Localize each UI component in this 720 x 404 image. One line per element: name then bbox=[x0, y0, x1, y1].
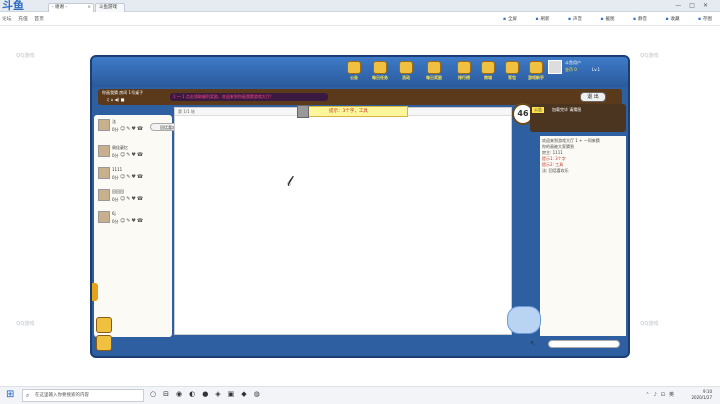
hint-text: 提示：3个字，工具 bbox=[329, 109, 368, 114]
user-level: Lv.1 bbox=[592, 67, 601, 72]
drawing-canvas[interactable]: 第 1/1 轮 𝓁 bbox=[174, 107, 512, 335]
avatar bbox=[297, 105, 309, 118]
player-score: 0分 bbox=[112, 197, 119, 202]
chat-log: 欢迎来到游戏大厅 1 + 一同来猜 你的画被大家猜到 房主: 1111 提示1:… bbox=[540, 136, 626, 336]
fullscreen-button[interactable]: 全屏 bbox=[503, 17, 517, 22]
hint-bar: 提示：3个字，工具 bbox=[297, 105, 408, 118]
drawn-stroke: 𝓁 bbox=[287, 174, 292, 190]
toolbar: 全屏 刷新 声音 截图 静音 收藏 存图 bbox=[486, 16, 712, 22]
mute-button[interactable]: 静音 bbox=[633, 17, 647, 22]
megaphone-icon bbox=[347, 61, 361, 74]
player-actions[interactable]: ☺✎♥☎ bbox=[120, 126, 144, 132]
player-actions[interactable]: ☺✎♥☎ bbox=[120, 196, 144, 202]
subnav-link[interactable]: 论坛 bbox=[2, 17, 12, 22]
browser-titlebar: 斗鱼 - 谢谢 - × 斗鱼游戏 —□✕ bbox=[0, 0, 720, 12]
fag-icon[interactable] bbox=[96, 317, 112, 333]
clock[interactable]: 9:10 2020/1/27 bbox=[691, 389, 712, 401]
subnav: 论坛 充值 首页 bbox=[2, 15, 49, 22]
avatar[interactable] bbox=[548, 60, 562, 74]
subnav-link[interactable]: 首页 bbox=[34, 17, 44, 22]
watermark: QQ游戏 bbox=[640, 53, 659, 59]
novice-icon bbox=[529, 61, 543, 74]
side-icons bbox=[92, 315, 116, 353]
ranking-icon bbox=[457, 61, 471, 74]
notice-text: 加载完毕 请猜图 bbox=[552, 107, 582, 112]
avatar bbox=[98, 189, 110, 201]
shop-icon bbox=[481, 61, 495, 74]
notice-panel: 公告 加载完毕 请猜图 bbox=[530, 104, 626, 132]
gift-icon bbox=[427, 61, 441, 74]
window-controls[interactable]: —□✕ bbox=[675, 2, 716, 9]
player-list: 法 0分 ☺✎♥☎ 回话喜欢乐 周佳豪忆 0分 ☺✎♥☎ 1111 0分 ☺✎♥… bbox=[94, 115, 190, 337]
menu-backpack[interactable]: 背包 bbox=[502, 61, 522, 81]
refresh-button[interactable]: 刷新 bbox=[535, 17, 549, 22]
windows-start-icon[interactable]: ⊞ bbox=[6, 390, 16, 400]
menu-activity[interactable]: 活动 bbox=[396, 61, 416, 81]
activity-icon bbox=[399, 61, 413, 74]
avatar bbox=[98, 211, 110, 223]
taskbar-apps[interactable]: ○⊟◉◐●◈▣◆◍ bbox=[150, 390, 267, 398]
player-name: 周佳豪忆 bbox=[112, 145, 128, 150]
user-panel: 斗鱼用户 金币 0 Lv.1 bbox=[548, 59, 618, 83]
chat-line: 法: 回话喜欢乐 bbox=[542, 168, 569, 173]
search-icon: ⌕ bbox=[26, 392, 30, 399]
mouse-cursor-icon: ↖ bbox=[530, 340, 536, 347]
game-header: 公告 每日任务 活动 每日奖励 排行榜 商城 背包 游戏新手 斗鱼用户 金币 0… bbox=[92, 57, 628, 87]
pet-mascot-icon bbox=[507, 306, 541, 334]
watermark: QQ游戏 bbox=[16, 321, 35, 327]
player-actions[interactable]: ☺✎♥☎ bbox=[120, 174, 144, 180]
player-actions[interactable]: ☺✎♥☎ bbox=[120, 152, 144, 158]
room-controls[interactable]: ♫ ⌂ ◀) ■ bbox=[106, 97, 124, 102]
backpack-icon bbox=[505, 61, 519, 74]
watermark: QQ游戏 bbox=[16, 53, 35, 59]
room-bar: 你画我猜 房间 1号桌子 ♫ ⌂ ◀) ■ 1 ～ 1 点击领取福利奖励，欢迎来… bbox=[98, 89, 622, 105]
tab-douyu[interactable]: 斗鱼游戏 bbox=[95, 3, 125, 12]
player-name: 回回回 bbox=[112, 189, 124, 194]
notice-label: 公告 bbox=[532, 107, 544, 113]
close-icon[interactable]: × bbox=[87, 4, 91, 12]
menu-novice[interactable]: 游戏新手 bbox=[526, 61, 546, 81]
favorite-button[interactable]: 收藏 bbox=[665, 17, 679, 22]
chat-input[interactable] bbox=[548, 340, 620, 348]
watermark: QQ游戏 bbox=[640, 321, 659, 327]
avatar bbox=[98, 167, 110, 179]
avatar bbox=[98, 145, 110, 157]
system-tray[interactable]: ⌃♪⊡英 bbox=[645, 391, 678, 398]
player-name: 法 bbox=[112, 119, 116, 124]
browser-navbar: 论坛 充值 首页 全屏 刷新 声音 截图 静音 收藏 存图 bbox=[0, 12, 720, 26]
player-score: 0分 bbox=[112, 175, 119, 180]
menu-daily-reward[interactable]: 每日奖励 bbox=[424, 61, 444, 81]
app-logo: 斗鱼 bbox=[2, 0, 24, 12]
save-image-button[interactable]: 存图 bbox=[698, 17, 712, 22]
player-name: 1111 bbox=[112, 167, 123, 172]
user-name: 斗鱼用户 bbox=[565, 60, 581, 65]
taskbar: ⊞ ⌕ 在这里输入你要搜索的内容 ○⊟◉◐●◈▣◆◍ ⌃♪⊡英 9:10 202… bbox=[0, 386, 720, 404]
player-score: 0分 bbox=[112, 127, 119, 132]
sound-button[interactable]: 声音 bbox=[568, 17, 582, 22]
treasure-icon[interactable] bbox=[96, 335, 112, 351]
tab-game[interactable]: - 谢谢 - × bbox=[48, 3, 94, 12]
menu-shop[interactable]: 商城 bbox=[478, 61, 498, 81]
screenshot-button[interactable]: 截图 bbox=[600, 17, 614, 22]
player-name: 6j bbox=[112, 211, 116, 216]
exit-button[interactable]: 退 出 bbox=[580, 92, 606, 102]
user-coins: 金币 0 bbox=[565, 67, 577, 72]
menu-ranking[interactable]: 排行榜 bbox=[454, 61, 474, 81]
announcement-marquee: 1 ～ 1 点击领取福利奖励，欢迎来到你画我猜游戏大厅！ bbox=[170, 93, 328, 101]
player-actions[interactable]: ☺✎♥☎ bbox=[120, 218, 144, 224]
expand-arrow-icon[interactable] bbox=[92, 283, 98, 301]
task-icon bbox=[373, 61, 387, 74]
taskbar-search-input[interactable]: ⌕ 在这里输入你要搜索的内容 bbox=[22, 389, 144, 402]
menu-announcement[interactable]: 公告 bbox=[344, 61, 364, 81]
list-item[interactable]: 6j 0分 ☺✎♥☎ bbox=[96, 209, 170, 235]
list-item[interactable]: 法 0分 ☺✎♥☎ 回话喜欢乐 bbox=[96, 117, 190, 143]
player-score: 0分 bbox=[112, 153, 119, 158]
subnav-link[interactable]: 充值 bbox=[18, 17, 28, 22]
player-score: 0分 bbox=[112, 219, 119, 224]
room-title: 你画我猜 房间 1号桌子 bbox=[102, 90, 144, 95]
menu-daily-task[interactable]: 每日任务 bbox=[370, 61, 390, 81]
avatar bbox=[98, 119, 110, 131]
